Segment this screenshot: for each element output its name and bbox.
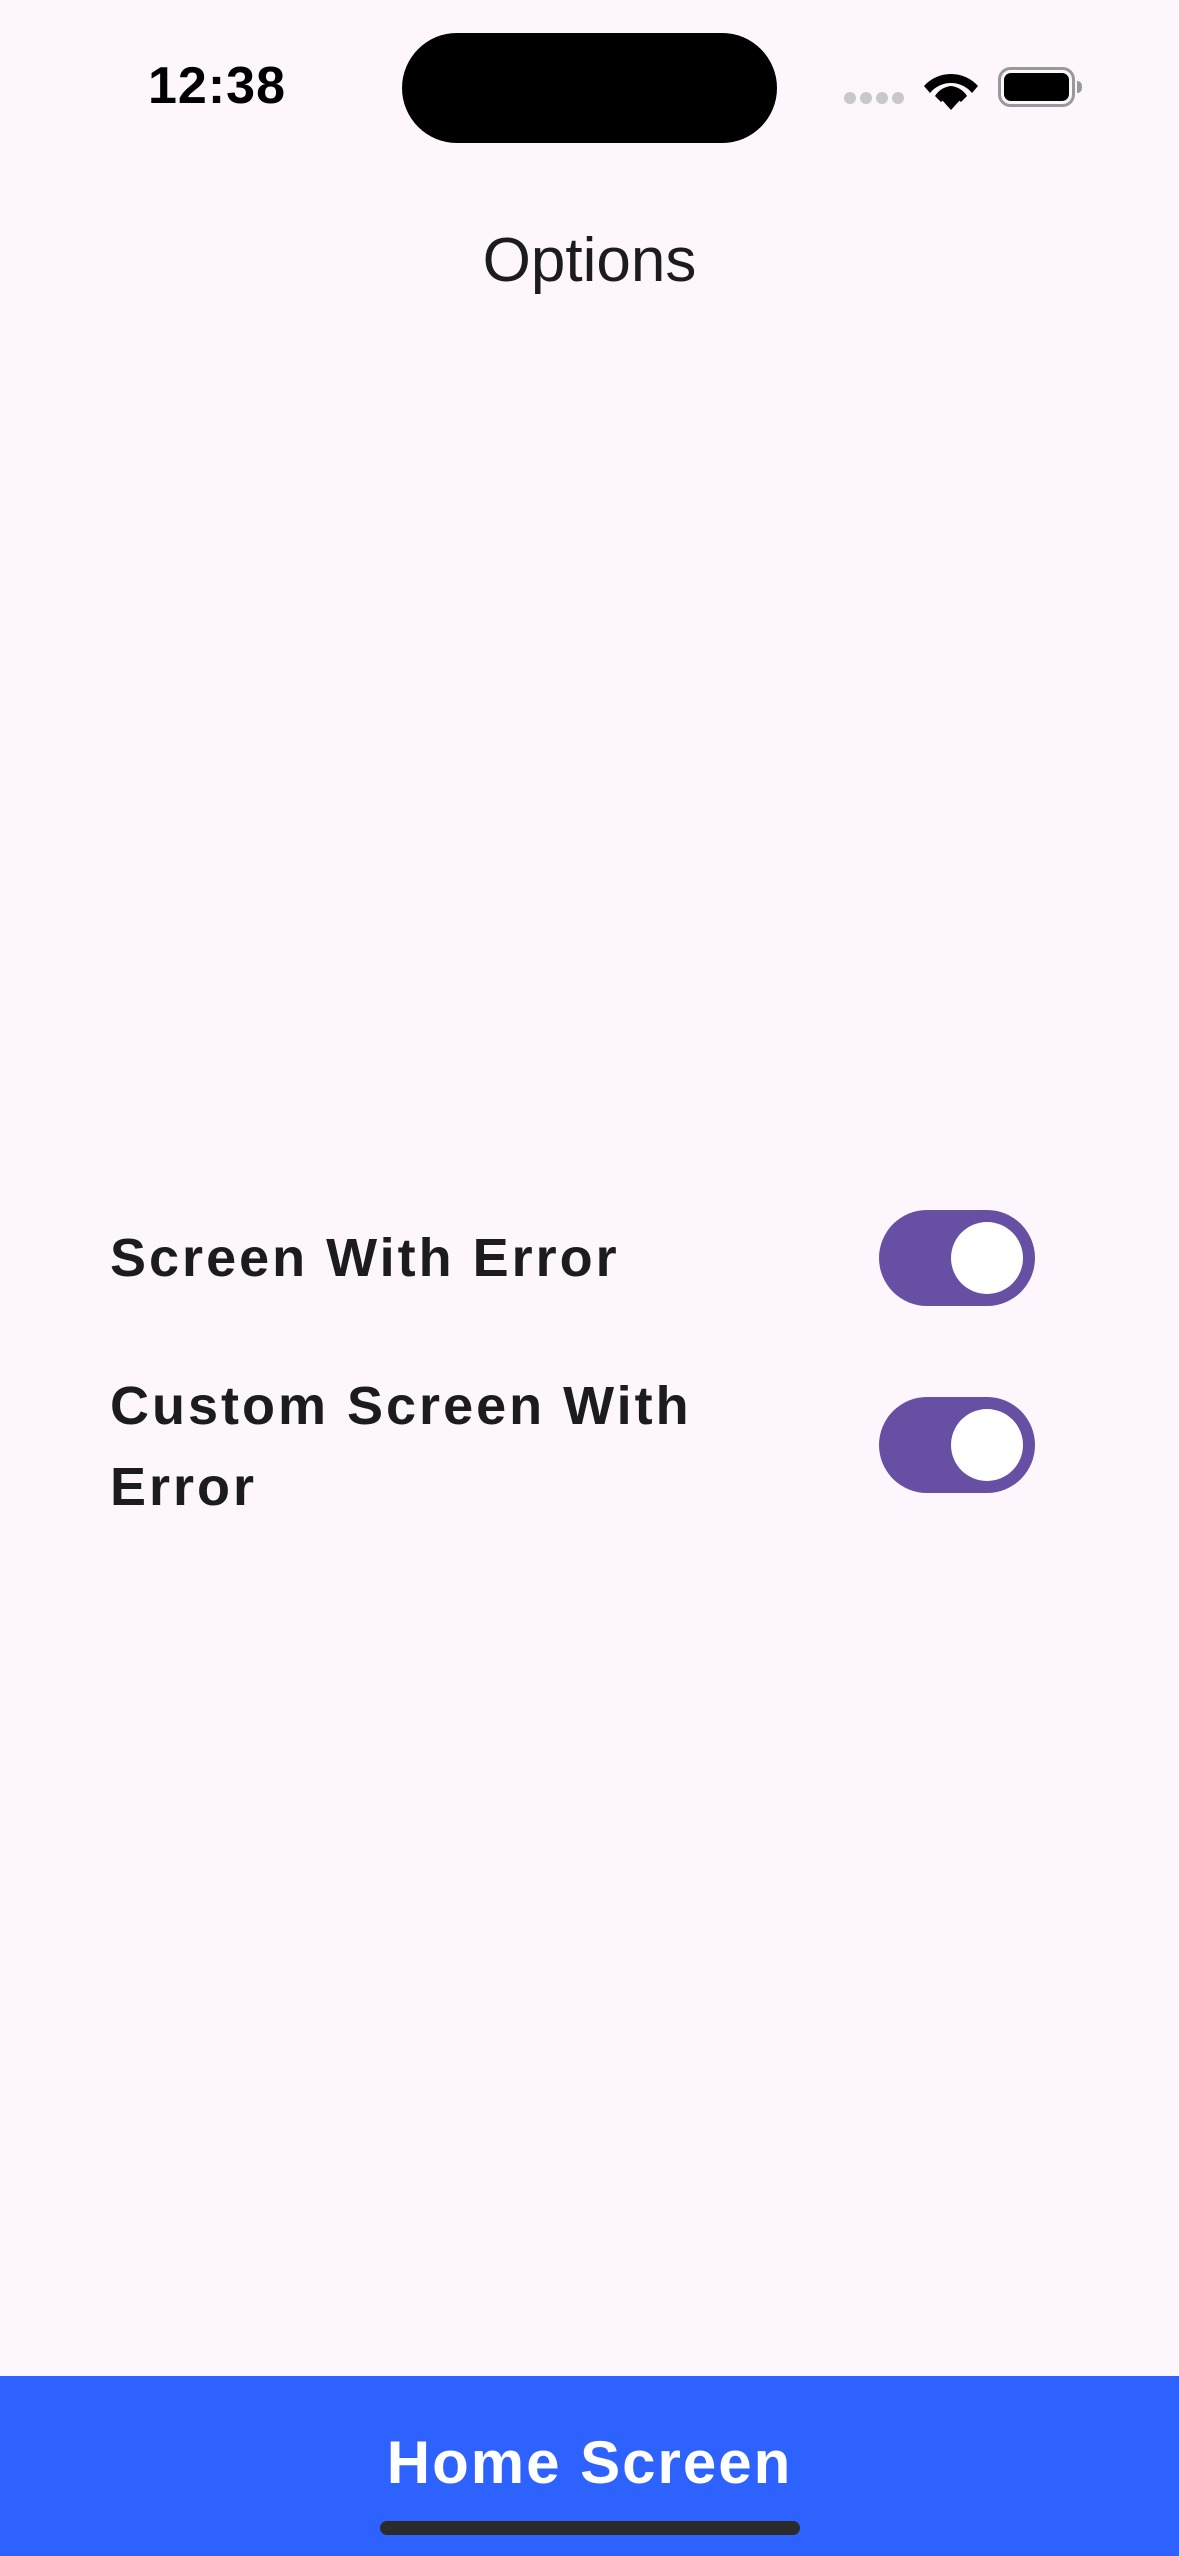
option-label: Custom Screen With Error bbox=[110, 1376, 692, 1517]
toggle-knob bbox=[951, 1222, 1023, 1294]
status-bar: 12:38 bbox=[0, 0, 1179, 170]
page-title: Options bbox=[482, 226, 697, 295]
screen-with-error-toggle[interactable] bbox=[879, 1210, 1035, 1306]
home-screen-button-label: Home Screen bbox=[386, 2429, 793, 2496]
custom-screen-with-error-toggle[interactable] bbox=[879, 1397, 1035, 1493]
option-row-screen-with-error: Screen With Error bbox=[110, 1210, 1070, 1306]
home-screen-button[interactable]: Home Screen bbox=[0, 2376, 1179, 2556]
toggle-knob bbox=[951, 1409, 1023, 1481]
cellular-signal-icon bbox=[844, 92, 906, 106]
battery-icon bbox=[998, 67, 1082, 107]
dynamic-island bbox=[402, 33, 777, 143]
option-label: Screen With Error bbox=[110, 1228, 620, 1288]
option-row-custom-screen-with-error: Custom Screen With Error bbox=[110, 1366, 1070, 1536]
wifi-icon bbox=[924, 73, 978, 110]
status-time: 12:38 bbox=[148, 57, 286, 115]
home-indicator[interactable] bbox=[380, 2521, 800, 2535]
